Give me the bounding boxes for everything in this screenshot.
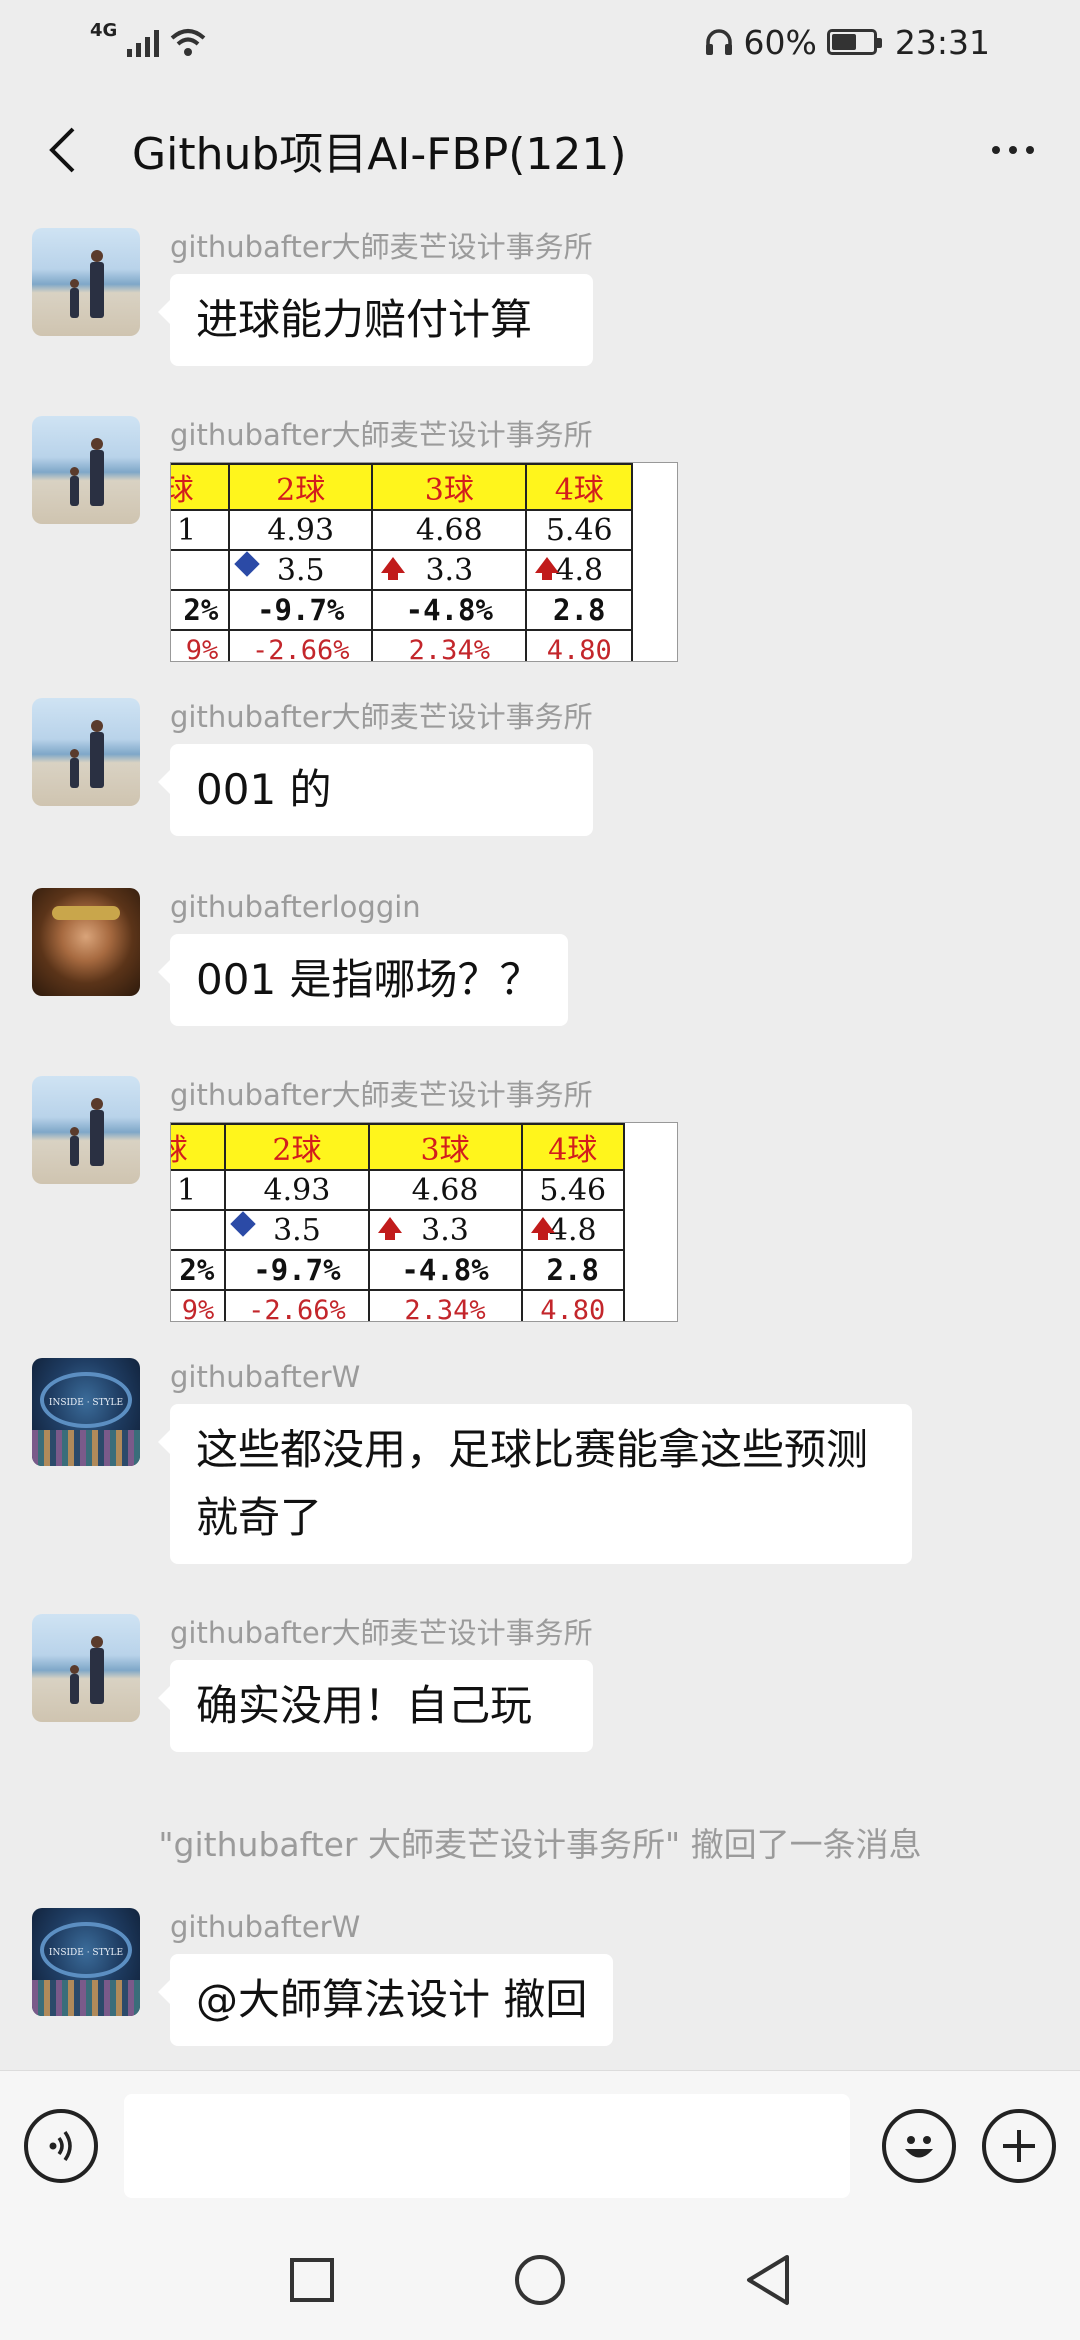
up-arrow-icon bbox=[381, 557, 406, 580]
system-navigation-bar bbox=[0, 2220, 1080, 2340]
more-dot-icon bbox=[992, 146, 1000, 154]
message-input[interactable] bbox=[124, 2093, 850, 2198]
message-list[interactable]: githubafter大師麦芒设计事务所 进球能力赔付计算 githubafte… bbox=[0, 220, 1080, 2070]
odds-table-image[interactable]: 球2球3球4球 14.934.685.46 3.53.34.8 2%-9.7%-… bbox=[170, 462, 678, 662]
status-bar: 4G 60% 23:31 bbox=[0, 0, 1080, 84]
avatar[interactable] bbox=[32, 416, 140, 524]
recall-notice: "githubafter 大師麦芒设计事务所" 撤回了一条消息 bbox=[158, 1825, 922, 1864]
avatar[interactable]: INSIDE · STYLE bbox=[32, 1908, 140, 2016]
signal-bars-icon bbox=[127, 27, 160, 57]
sender-name: githubafterloggin bbox=[170, 890, 421, 924]
down-arrow-icon bbox=[230, 1211, 257, 1237]
message-item: githubafter大師麦芒设计事务所 进球能力赔付计算 bbox=[32, 228, 1048, 366]
avatar[interactable] bbox=[32, 1076, 140, 1184]
wifi-icon bbox=[170, 29, 206, 56]
avatar[interactable] bbox=[32, 888, 140, 996]
sender-name: githubafterW bbox=[170, 1360, 361, 1394]
message-bubble[interactable]: 这些都没用，足球比赛能拿这些预测就奇了 bbox=[158, 1404, 912, 1564]
sender-name: githubafter大師麦芒设计事务所 bbox=[170, 230, 593, 264]
status-right: 60% 23:31 bbox=[704, 23, 990, 62]
message-bubble[interactable]: 进球能力赔付计算 bbox=[158, 274, 593, 366]
message-item: githubafterloggin 001 是指哪场？？ bbox=[32, 888, 1048, 1026]
message-bubble[interactable]: 001 的 bbox=[158, 744, 593, 836]
avatar[interactable] bbox=[32, 228, 140, 336]
voice-icon bbox=[49, 2130, 72, 2161]
message-item: githubafter大師麦芒设计事务所 球2球3球4球 14.934.685.… bbox=[32, 1076, 1048, 1322]
network-type: 4G bbox=[90, 19, 118, 41]
avatar[interactable] bbox=[32, 698, 140, 806]
chevron-left-icon bbox=[49, 127, 75, 173]
sender-name: githubafterW bbox=[170, 1910, 361, 1944]
message-bubble[interactable]: 001 是指哪场？？ bbox=[158, 934, 568, 1026]
sender-name: githubafter大師麦芒设计事务所 bbox=[170, 700, 593, 734]
plus-icon bbox=[1003, 2129, 1035, 2162]
more-dot-icon bbox=[1026, 146, 1034, 154]
clock: 23:31 bbox=[894, 22, 990, 62]
message-bubble[interactable]: @大師算法设计 撤回 bbox=[157, 1954, 614, 2046]
message-item: githubafter大師麦芒设计事务所 确实没用！自己玩 bbox=[32, 1614, 1048, 1752]
signal-indicators: 4G bbox=[90, 20, 207, 57]
emoji-button[interactable] bbox=[882, 2108, 956, 2183]
voice-input-button[interactable] bbox=[24, 2108, 98, 2183]
battery-percent: 60% bbox=[743, 22, 817, 62]
avatar[interactable]: INSIDE · STYLE bbox=[32, 1358, 140, 1466]
headphones-icon bbox=[705, 29, 732, 55]
smiley-icon bbox=[905, 2135, 933, 2157]
sender-name: githubafter大師麦芒设计事务所 bbox=[170, 418, 593, 452]
input-bar bbox=[0, 2070, 1080, 2220]
avatar[interactable] bbox=[32, 1614, 140, 1722]
home-button[interactable] bbox=[512, 2252, 568, 2308]
back-button[interactable] bbox=[32, 120, 92, 180]
up-arrow-icon bbox=[377, 1217, 402, 1240]
battery-icon bbox=[826, 29, 882, 55]
back-nav-button[interactable] bbox=[743, 2253, 793, 2307]
message-item: INSIDE · STYLE githubafterW 这些都没用，足球比赛能拿… bbox=[32, 1358, 1048, 1564]
more-dot-icon bbox=[1009, 146, 1017, 154]
sender-name: githubafter大師麦芒设计事务所 bbox=[170, 1078, 593, 1112]
recent-apps-button[interactable] bbox=[287, 2255, 337, 2305]
more-functions-button[interactable] bbox=[982, 2108, 1056, 2183]
up-arrow-icon bbox=[535, 557, 560, 580]
chat-header: Github项目AI-FBP(121) bbox=[0, 100, 1080, 200]
message-item: githubafter大師麦芒设计事务所 001 的 bbox=[32, 698, 1048, 836]
odds-table-image[interactable]: 球2球3球4球 14.934.685.46 3.53.34.8 2%-9.7%-… bbox=[170, 1122, 678, 1322]
message-bubble[interactable]: 确实没用！自己玩 bbox=[158, 1660, 593, 1752]
message-item: githubafter大師麦芒设计事务所 球2球3球4球 14.934.685.… bbox=[32, 416, 1048, 662]
sender-name: githubafter大師麦芒设计事务所 bbox=[170, 1616, 593, 1650]
page-title: Github项目AI-FBP(121) bbox=[132, 129, 627, 180]
down-arrow-icon bbox=[234, 551, 261, 577]
up-arrow-icon bbox=[530, 1217, 555, 1240]
more-options-button[interactable] bbox=[978, 120, 1048, 180]
message-item: INSIDE · STYLE githubafterW @大師算法设计 撤回 bbox=[32, 1908, 1048, 2046]
